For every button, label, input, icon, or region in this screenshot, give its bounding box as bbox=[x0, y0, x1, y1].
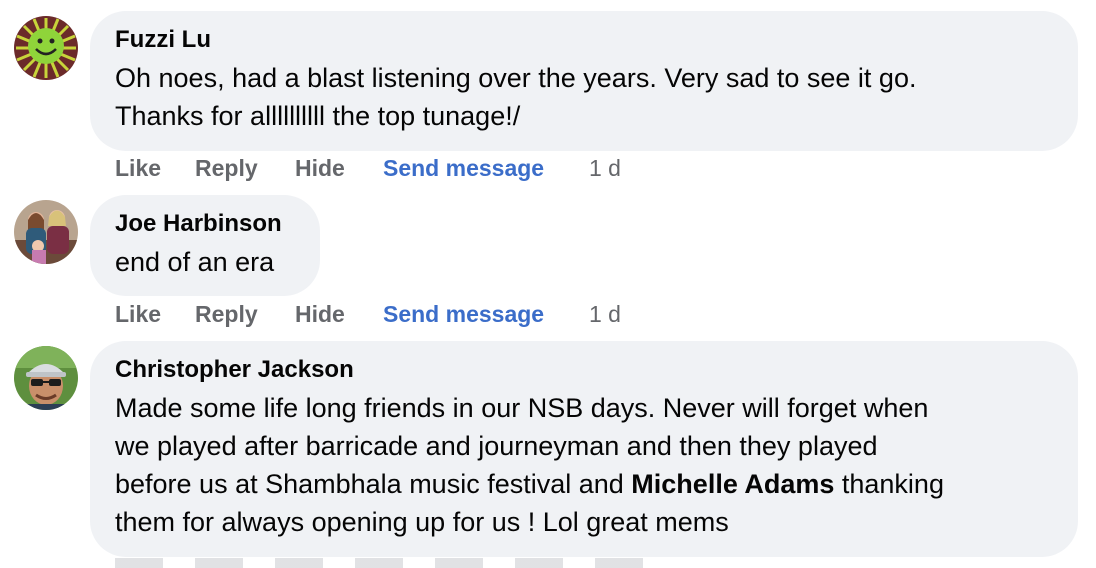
avatar[interactable] bbox=[14, 200, 78, 264]
comment-text-line: before us at Shambhala music festival an… bbox=[115, 465, 1053, 503]
reply-button[interactable]: Reply bbox=[195, 155, 258, 182]
hide-button[interactable]: Hide bbox=[295, 301, 345, 328]
comment-text: Oh noes, had a blast listening over the … bbox=[115, 59, 1053, 135]
reply-button[interactable]: Reply bbox=[195, 301, 258, 328]
comment-bubble: Joe Harbinson end of an era bbox=[90, 195, 320, 296]
comment-text-fragment: thanking bbox=[834, 469, 944, 499]
comment-author[interactable]: Joe Harbinson bbox=[115, 209, 295, 239]
avatar[interactable] bbox=[14, 346, 78, 410]
comment-author[interactable]: Fuzzi Lu bbox=[115, 25, 1053, 55]
comment-text-line: Made some life long friends in our NSB d… bbox=[115, 393, 929, 423]
comment-text-line: Thanks for allllllllll the top tunage!/ bbox=[115, 101, 521, 131]
comment-bubble: Christopher Jackson Made some life long … bbox=[90, 341, 1078, 557]
timestamp[interactable]: 1 d bbox=[589, 301, 621, 328]
green-smiley-virus-avatar-icon bbox=[14, 16, 78, 80]
like-button[interactable]: Like bbox=[115, 155, 161, 182]
man-with-cap-avatar-icon bbox=[14, 346, 78, 410]
comment-text: end of an era bbox=[115, 243, 295, 281]
comment-text: Made some life long friends in our NSB d… bbox=[115, 389, 1053, 541]
send-message-button[interactable]: Send message bbox=[383, 301, 544, 328]
timestamp[interactable]: 1 d bbox=[589, 155, 621, 182]
comment-text-line: end of an era bbox=[115, 247, 275, 277]
comment-text-line: them for always opening up for us ! Lol … bbox=[115, 507, 729, 537]
comment-bubble: Fuzzi Lu Oh noes, had a blast listening … bbox=[90, 11, 1078, 151]
comment-text-line: Oh noes, had a blast listening over the … bbox=[115, 63, 917, 93]
hide-button[interactable]: Hide bbox=[295, 155, 345, 182]
cutoff-actions-row bbox=[115, 558, 655, 568]
family-photo-avatar-icon bbox=[14, 200, 78, 264]
comment-text-line: we played after barricade and journeyman… bbox=[115, 431, 878, 461]
mention-link[interactable]: Michelle Adams bbox=[631, 469, 834, 499]
send-message-button[interactable]: Send message bbox=[383, 155, 544, 182]
comment-author[interactable]: Christopher Jackson bbox=[115, 355, 1053, 385]
avatar[interactable] bbox=[14, 16, 78, 80]
comment-text-fragment: before us at Shambhala music festival an… bbox=[115, 469, 632, 499]
like-button[interactable]: Like bbox=[115, 301, 161, 328]
